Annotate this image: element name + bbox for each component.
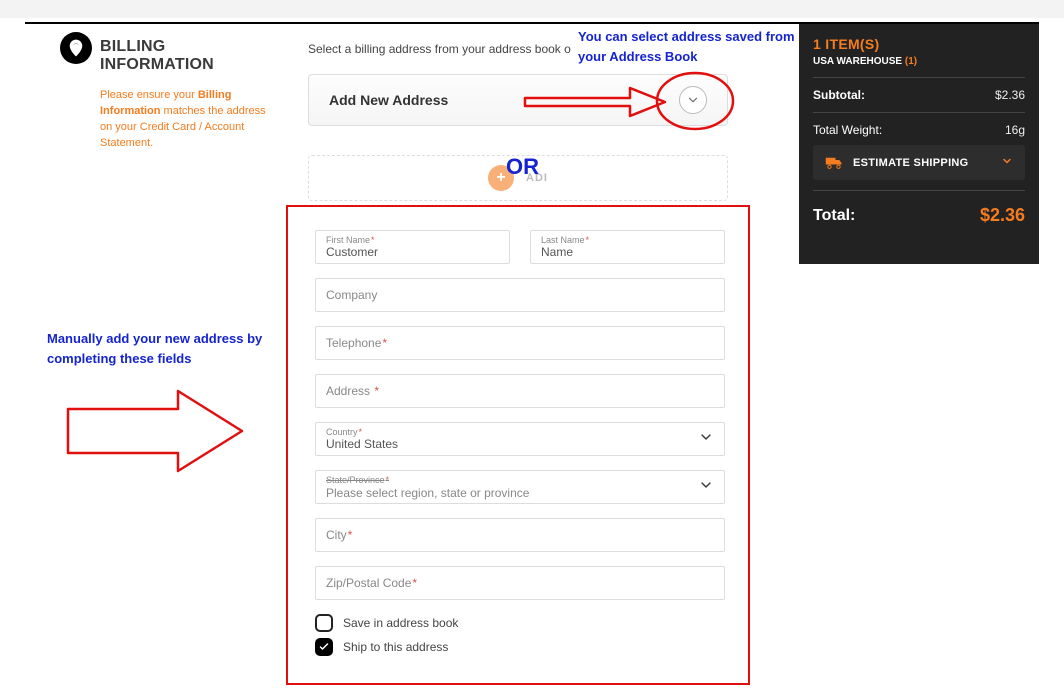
order-summary-panel: 1 ITEM(S) USA WAREHOUSE (1) Subtotal: $2…: [799, 24, 1039, 264]
save-in-address-book-row[interactable]: Save in address book: [315, 614, 725, 632]
state-label: State/Province: [326, 475, 385, 485]
weight-value: 16g: [1005, 123, 1025, 137]
save-label: Save in address book: [343, 616, 458, 630]
page-topbar: [0, 0, 1064, 18]
estimate-shipping-button[interactable]: ESTIMATE SHIPPING: [813, 145, 1025, 180]
zip-field[interactable]: Zip/Postal Code*: [315, 566, 725, 600]
zip-placeholder: Zip/Postal Code: [326, 576, 411, 590]
warehouse-count: (1): [905, 56, 917, 67]
annotation-or: OR: [506, 150, 539, 183]
last-name-label: Last Name: [541, 235, 585, 245]
separator: [813, 112, 1025, 113]
chevron-down-icon: [698, 477, 714, 498]
telephone-field[interactable]: Telephone*: [315, 326, 725, 360]
annotation-top: You can select address saved from your A…: [578, 27, 798, 66]
address-form: First Name* Customer Last Name* Name Com…: [315, 230, 725, 662]
total-label: Total:: [813, 207, 855, 225]
truck-icon: [825, 156, 843, 170]
country-value: United States: [326, 427, 698, 451]
location-pin-icon: [60, 32, 92, 64]
billing-heading: BILLING INFORMATION: [100, 38, 280, 74]
ship-label: Ship to this address: [343, 640, 448, 654]
subtotal-label: Subtotal:: [813, 88, 865, 102]
address-field[interactable]: Address *: [315, 374, 725, 408]
total-value: $2.36: [980, 205, 1025, 226]
address-dropdown[interactable]: Add New Address: [308, 74, 728, 126]
ship-to-address-row[interactable]: Ship to this address: [315, 638, 725, 656]
first-name-label: First Name: [326, 235, 370, 245]
hint-pre: Please ensure your: [100, 89, 198, 101]
company-field[interactable]: Company: [315, 278, 725, 312]
total-row: Total: $2.36: [813, 205, 1025, 226]
weight-row: Total Weight: 16g: [813, 123, 1025, 137]
first-name-field[interactable]: First Name* Customer: [315, 230, 510, 264]
address-placeholder: Address: [326, 384, 370, 398]
item-count: 1 ITEM(S): [813, 36, 1025, 52]
chevron-down-icon[interactable]: [679, 86, 707, 114]
weight-label: Total Weight:: [813, 123, 882, 137]
select-address-label: Select a billing address from your addre…: [308, 42, 571, 56]
address-dropdown-label: Add New Address: [329, 92, 448, 108]
billing-hint: Please ensure your Billing Information m…: [100, 88, 280, 152]
country-label: Country: [326, 427, 358, 437]
company-placeholder: Company: [326, 288, 377, 302]
city-placeholder: City: [326, 528, 347, 542]
checkbox-checked-icon[interactable]: [315, 638, 333, 656]
annotation-arrow-big: [60, 387, 250, 475]
shipping-label: ESTIMATE SHIPPING: [853, 157, 991, 169]
checkbox-empty-icon[interactable]: [315, 614, 333, 632]
last-name-field[interactable]: Last Name* Name: [530, 230, 725, 264]
chevron-down-icon: [1001, 155, 1013, 170]
annotation-left: Manually add your new address by complet…: [47, 329, 277, 368]
country-select[interactable]: Country* United States: [315, 422, 725, 456]
chevron-down-icon: [698, 429, 714, 450]
separator: [813, 190, 1025, 191]
subtotal-value: $2.36: [995, 88, 1025, 102]
warehouse-row: USA WAREHOUSE (1): [813, 56, 1025, 67]
city-field[interactable]: City*: [315, 518, 725, 552]
state-select[interactable]: State/Province* Please select region, st…: [315, 470, 725, 504]
telephone-placeholder: Telephone: [326, 336, 381, 350]
warehouse-label: USA WAREHOUSE: [813, 56, 902, 67]
subtotal-row: Subtotal: $2.36: [813, 88, 1025, 102]
separator: [813, 77, 1025, 78]
